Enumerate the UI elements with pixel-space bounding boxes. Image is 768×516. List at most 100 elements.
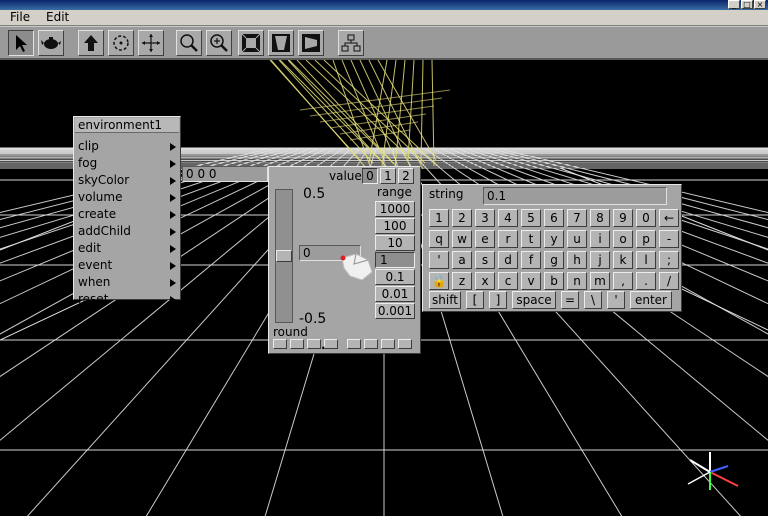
range-option-0-1[interactable]: 0.1: [375, 269, 415, 285]
range-option-0-001[interactable]: 0.001: [375, 303, 415, 319]
round-digit-button[interactable]: [273, 339, 287, 349]
skycolor-value-field[interactable]: 0 0 0: [182, 166, 268, 182]
key-z[interactable]: z: [452, 272, 472, 290]
move-tool-button[interactable]: [138, 30, 164, 56]
value-slider-track[interactable]: [275, 189, 293, 323]
key-equals[interactable]: =: [561, 291, 579, 309]
view-side-button[interactable]: [298, 30, 324, 56]
key-h[interactable]: h: [567, 251, 587, 269]
key-9[interactable]: 9: [613, 209, 633, 227]
key-1[interactable]: 1: [429, 209, 449, 227]
key-minus[interactable]: -: [659, 230, 679, 248]
key-v[interactable]: v: [521, 272, 541, 290]
key-backslash[interactable]: \: [584, 291, 602, 309]
key-t[interactable]: t: [521, 230, 541, 248]
string-input-field[interactable]: 0.1: [483, 187, 667, 205]
key-quote[interactable]: ': [429, 251, 449, 269]
round-digit-button[interactable]: [398, 339, 412, 349]
range-option-100[interactable]: 100: [375, 218, 415, 234]
round-digit-button[interactable]: [364, 339, 378, 349]
view-front-button[interactable]: [238, 30, 264, 56]
env-menu-item-addchild[interactable]: addChild: [78, 223, 178, 240]
env-menu-item-when[interactable]: when: [78, 274, 178, 291]
key-4[interactable]: 4: [498, 209, 518, 227]
range-option-0-01[interactable]: 0.01: [375, 286, 415, 302]
key-quote[interactable]: ': [607, 291, 625, 309]
env-menu-item-fog[interactable]: fog: [78, 155, 178, 172]
close-button[interactable]: ×: [754, 0, 766, 9]
key-5[interactable]: 5: [521, 209, 541, 227]
rotate-tool-button[interactable]: [108, 30, 134, 56]
round-digit-button[interactable]: [290, 339, 304, 349]
key-o[interactable]: o: [613, 230, 633, 248]
key-2[interactable]: 2: [452, 209, 472, 227]
view-perspective-button[interactable]: [268, 30, 294, 56]
object-tool-button[interactable]: [38, 30, 64, 56]
key-k[interactable]: k: [613, 251, 633, 269]
minimize-button[interactable]: _: [728, 0, 740, 9]
key-n[interactable]: n: [567, 272, 587, 290]
range-option-10[interactable]: 10: [375, 235, 415, 251]
round-digit-button[interactable]: [381, 339, 395, 349]
key-shift[interactable]: shift: [429, 291, 461, 309]
env-menu-item-edit[interactable]: edit: [78, 240, 178, 257]
menu-edit[interactable]: Edit: [46, 10, 69, 25]
key-7[interactable]: 7: [567, 209, 587, 227]
key-c[interactable]: c: [498, 272, 518, 290]
values-tab-0[interactable]: 0: [362, 168, 378, 184]
key-8[interactable]: 8: [590, 209, 610, 227]
key-j[interactable]: j: [590, 251, 610, 269]
round-digit-button[interactable]: [307, 339, 321, 349]
key-a[interactable]: a: [452, 251, 472, 269]
range-option-1[interactable]: 1: [375, 252, 415, 268]
key-semicolon[interactable]: ;: [659, 251, 679, 269]
env-menu-item-skycolor[interactable]: skyColor: [78, 172, 178, 189]
key-space[interactable]: space: [512, 291, 556, 309]
menu-file[interactable]: File: [10, 10, 30, 25]
key-l[interactable]: l: [636, 251, 656, 269]
round-digit-button[interactable]: [324, 339, 338, 349]
key-d[interactable]: d: [498, 251, 518, 269]
hierarchy-button[interactable]: [338, 30, 364, 56]
values-tab-1[interactable]: 1: [380, 168, 396, 184]
key-r[interactable]: r: [498, 230, 518, 248]
zoom-tool-button[interactable]: [176, 30, 202, 56]
key-caps-lock[interactable]: 🔒: [429, 272, 449, 290]
key-s[interactable]: s: [475, 251, 495, 269]
values-tab-2[interactable]: 2: [398, 168, 414, 184]
key-g[interactable]: g: [544, 251, 564, 269]
zoom-in-tool-button[interactable]: [206, 30, 232, 56]
key-b[interactable]: b: [544, 272, 564, 290]
key-0[interactable]: 0: [636, 209, 656, 227]
key-f[interactable]: f: [521, 251, 541, 269]
key-left-bracket[interactable]: [: [466, 291, 484, 309]
env-menu-item-clip[interactable]: clip: [78, 138, 178, 155]
key-backspace[interactable]: ←: [659, 209, 679, 227]
key-p[interactable]: p: [636, 230, 656, 248]
maximize-button[interactable]: □: [741, 0, 753, 9]
key-e[interactable]: e: [475, 230, 495, 248]
range-option-1000[interactable]: 1000: [375, 201, 415, 217]
env-menu-item-event[interactable]: event: [78, 257, 178, 274]
key-slash[interactable]: /: [659, 272, 679, 290]
env-menu-item-volume[interactable]: volume: [78, 189, 178, 206]
round-digit-button[interactable]: [347, 339, 361, 349]
key-enter[interactable]: enter: [630, 291, 672, 309]
key-6[interactable]: 6: [544, 209, 564, 227]
key-m[interactable]: m: [590, 272, 610, 290]
key-comma[interactable]: ,: [613, 272, 633, 290]
key-x[interactable]: x: [475, 272, 495, 290]
key-w[interactable]: w: [452, 230, 472, 248]
key-i[interactable]: i: [590, 230, 610, 248]
value-slider-thumb[interactable]: [276, 250, 292, 262]
key-q[interactable]: q: [429, 230, 449, 248]
key-period[interactable]: .: [636, 272, 656, 290]
key-y[interactable]: y: [544, 230, 564, 248]
env-menu-item-create[interactable]: create: [78, 206, 178, 223]
env-menu-item-reset[interactable]: reset: [78, 291, 178, 308]
key-u[interactable]: u: [567, 230, 587, 248]
key-3[interactable]: 3: [475, 209, 495, 227]
up-tool-button[interactable]: [78, 30, 104, 56]
key-right-bracket[interactable]: ]: [489, 291, 507, 309]
select-tool-button[interactable]: [8, 30, 34, 56]
